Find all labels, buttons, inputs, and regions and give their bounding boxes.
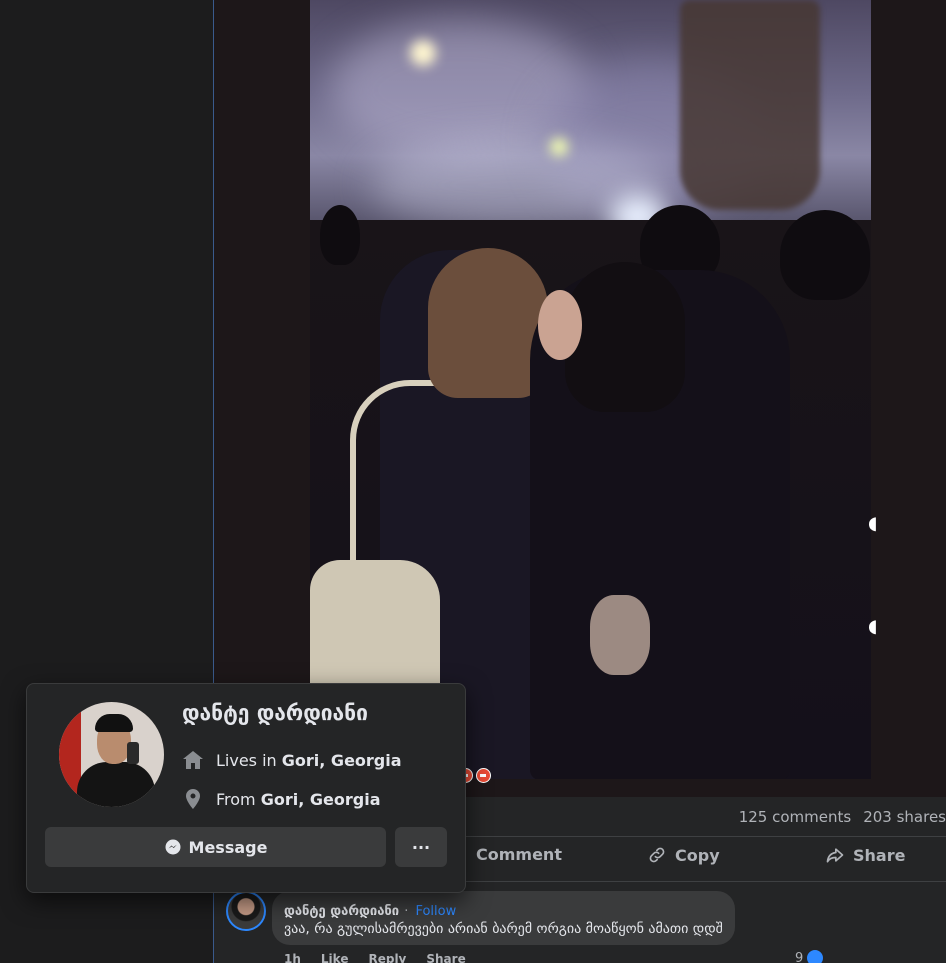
comments-count[interactable]: 125 comments (739, 808, 851, 826)
bag-strap (350, 380, 450, 580)
shares-count[interactable]: 203 shares (863, 808, 946, 826)
side-control-icon[interactable]: ◖ (868, 616, 877, 637)
comment-reactions[interactable]: 9 (795, 949, 825, 963)
from-prefix: From (216, 789, 256, 809)
video-player[interactable]: ◖ ◖ (214, 0, 946, 797)
lives-prefix: Lives in (216, 750, 277, 770)
reaction-icon (476, 768, 491, 783)
share-arrow-icon (826, 848, 844, 863)
like-icon (806, 949, 825, 963)
comment-author[interactable]: დანტე დარდიანი (284, 904, 399, 919)
comment-share-button[interactable]: Share (426, 952, 465, 963)
share-button[interactable]: Share (825, 845, 905, 865)
share-label: Share (853, 845, 906, 865)
message-button[interactable]: Message (45, 827, 386, 867)
messenger-icon (165, 839, 181, 855)
message-label: Message (188, 837, 268, 857)
comment-reply-button[interactable]: Reply (368, 952, 406, 963)
lives-place[interactable]: Gori, Georgia (282, 751, 402, 770)
face (538, 290, 582, 360)
lives-in: Lives in Gori, Georgia (181, 748, 402, 772)
home-icon (183, 751, 203, 769)
comment-text: ვაა, რა გულისამრევები არიან ბარემ ორგია … (284, 921, 723, 937)
tree (680, 0, 820, 210)
side-control-icon[interactable]: ◖ (868, 513, 877, 534)
separator: · (404, 904, 409, 919)
more-icon: ··· (411, 837, 431, 857)
follow-link[interactable]: Follow (415, 904, 456, 919)
location-pin-icon (186, 789, 200, 809)
comment-meta: 1h Like Reply Share (284, 952, 466, 963)
from-place[interactable]: Gori, Georgia (261, 790, 381, 809)
comment-label: Comment (476, 845, 562, 864)
comment-like-button[interactable]: Like (321, 952, 349, 963)
comment-button[interactable]: Comment (476, 845, 562, 864)
comment-like-count: 9 (795, 950, 804, 963)
crowd-silhouette (780, 210, 870, 300)
comment: დანტე დარდიანი · Follow ვაა, რა გულისამრ… (224, 891, 944, 963)
copy-link-button[interactable]: Copy (647, 845, 720, 865)
comment-time[interactable]: 1h (284, 952, 301, 963)
hand (590, 595, 650, 675)
from-location: From Gori, Georgia (181, 787, 380, 811)
person-right-hair (565, 262, 685, 412)
firework-light (550, 138, 568, 156)
profile-avatar[interactable] (59, 702, 164, 807)
firework-light (410, 40, 436, 66)
link-icon (649, 847, 665, 863)
avatar-body (77, 762, 155, 807)
avatar-hat (95, 714, 133, 732)
commenter-avatar[interactable] (226, 891, 266, 931)
profile-hovercard: დანტე დარდიანი Lives in Gori, Georgia Fr… (26, 683, 466, 893)
more-options-button[interactable]: ··· (395, 827, 447, 867)
copy-label: Copy (675, 845, 720, 865)
crowd-silhouette (320, 205, 360, 265)
avatar-phone (127, 742, 139, 764)
post-stats: 125 comments 203 shares (739, 808, 946, 826)
comment-bubble: დანტე დარდიანი · Follow ვაა, რა გულისამრ… (272, 891, 735, 945)
video-frame (310, 0, 871, 779)
profile-name[interactable]: დანტე დარდიანი (182, 701, 368, 725)
